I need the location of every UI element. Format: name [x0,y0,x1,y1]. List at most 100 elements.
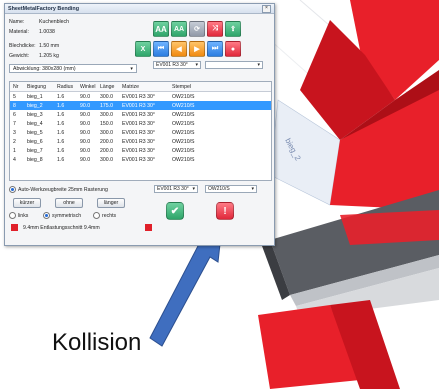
table-cell: 1.6 [57,138,65,145]
shuffle-icon[interactable]: ⤨ [207,21,223,37]
matrize-combo[interactable]: EV001 R3 30° ▾ [153,61,201,69]
table-row[interactable]: 7 bieg_4 1.6 90.0 150.0 EV001 R3 30° OW210/S [10,119,271,128]
table-cell: OW210/S [172,147,195,154]
ok-check-icon[interactable]: ✔ [166,202,184,220]
table-cell: 1 [13,147,16,154]
table-cell: OW210/S [172,120,195,127]
table-cell: bieg_5 [27,129,43,136]
next-icon[interactable]: ▶ [189,41,205,57]
collision-warning-icon[interactable]: ! [216,202,234,220]
table-cell: 2 [13,138,16,145]
table-cell: 90.0 [80,147,91,154]
unfold-label: Abwicklung: 380x280 (mm) [13,65,76,72]
table-cell: OW210/S [172,129,195,136]
matrize-combo-value: EV001 R3 30° [156,62,188,68]
table-cell: EV001 R3 30° [122,102,155,109]
longer-button[interactable]: länger [97,198,125,208]
radio-icon [9,186,16,193]
table-cell: 175.0 [100,102,113,109]
column-header[interactable]: Radius [57,84,80,90]
unfold-dropdown[interactable]: Abwicklung: 380x280 (mm) ▾ [9,64,137,73]
previous-icon[interactable]: ◀ [171,41,187,57]
close-icon[interactable]: × [262,4,271,13]
column-header[interactable]: Winkel [80,84,100,90]
shorter-label: kürzer [19,200,35,206]
table-cell: 90.0 [80,93,91,100]
column-header[interactable]: Länge [100,84,122,90]
table-cell: bieg_8 [27,156,43,163]
auto-width-label: Auto-Werkzeugbreite 25mm Rasterung [18,186,108,193]
bottom-matrize-combo[interactable]: EV001 R3 30° ▾ [154,185,198,193]
align-right-option[interactable]: rechts [93,212,116,219]
table-cell: EV001 R3 30° [122,93,155,100]
table-cell: 90.0 [80,120,91,127]
align-left-option[interactable]: links [9,212,28,219]
none-button[interactable]: ohne [55,198,83,208]
table-cell: 4 [13,156,16,163]
column-header[interactable]: Stempel [172,84,222,90]
relief-right-swatch [145,224,152,231]
refresh-icon[interactable]: ⟳ [189,21,205,37]
table-cell: 150.0 [100,120,113,127]
table-cell: EV001 R3 30° [122,156,155,163]
table-cell: EV001 R3 30° [122,147,155,154]
part-info: Name: Kuchenblech Material: 1.0038 Blechdi… [9,17,129,61]
record-icon[interactable]: ● [225,41,241,57]
align-right-label: rechts [102,212,117,219]
table-row[interactable]: 5 bieg_1 1.6 90.0 300.0 EV001 R3 30° OW210/S [10,92,271,101]
table-cell: bieg_1 [27,93,43,100]
stempel-combo[interactable]: ▾ [205,61,263,69]
align-symmetric-option[interactable]: symmetrisch [43,212,81,219]
column-header[interactable]: Matrize [122,84,172,90]
table-cell: 90.0 [80,129,91,136]
table-cell: 300.0 [100,93,113,100]
bottom-stempel-combo[interactable]: OW210/S ▾ [205,185,257,193]
align-symmetric-label: symmetrisch [52,212,82,219]
material-label: Material: [9,29,29,35]
bottom-stempel-value: OW210/S [208,186,230,192]
table-cell: 5 [13,93,16,100]
table-row[interactable]: 3 bieg_5 1.6 90.0 300.0 EV001 R3 30° OW210/S [10,128,271,137]
name-value: Kuchenblech [39,19,69,25]
table-cell: bieg_7 [27,147,43,154]
collision-annotation: Kollision [52,329,142,356]
font-small-button[interactable]: AA [171,21,187,37]
table-cell: 300.0 [100,129,113,136]
table-cell: EV001 R3 30° [122,129,155,136]
material-value: 1.0038 [39,29,55,35]
table-cell: 3 [13,129,16,136]
table-cell: EV001 R3 30° [122,120,155,127]
table-body: 5 bieg_1 1.6 90.0 300.0 EV001 R3 30° OW210/S 8 b… [10,92,271,164]
radio-icon [93,212,100,219]
table-cell: 300.0 [100,111,113,118]
table-row[interactable]: 8 bieg_2 1.6 90.0 175.0 EV001 R3 30° OW210/S [10,101,271,110]
chevron-down-icon: ▾ [195,62,198,68]
table-row[interactable]: 6 bieg_3 1.6 90.0 300.0 EV001 R3 30° OW210/S [10,110,271,119]
table-cell: 90.0 [80,156,91,163]
chevron-down-icon: ▾ [192,186,195,192]
shorter-button[interactable]: kürzer [13,198,41,208]
last-icon[interactable]: ⏭ [207,41,223,57]
table-row[interactable]: 2 bieg_6 1.6 90.0 200.0 EV001 R3 30° OW210/S [10,137,271,146]
column-header[interactable]: Nr [10,84,27,90]
chevron-down-icon: ▾ [251,186,254,192]
table-cell: bieg_4 [27,120,43,127]
excel-icon[interactable]: X [135,41,151,57]
table-row[interactable]: 4 bieg_8 1.6 90.0 300.0 EV001 R3 30° OW210/S [10,155,271,164]
table-cell: OW210/S [172,138,195,145]
first-icon[interactable]: ⏮ [153,41,169,57]
column-header[interactable]: Biegung [27,84,57,90]
export-icon[interactable]: ⇪ [225,21,241,37]
table-cell: OW210/S [172,111,195,118]
table-row[interactable]: 1 bieg_7 1.6 90.0 200.0 EV001 R3 30° OW210/S [10,146,271,155]
table-cell: 1.6 [57,93,65,100]
auto-width-option[interactable]: Auto-Werkzeugbreite 25mm Rasterung [9,186,108,193]
table-cell: 7 [13,120,16,127]
font-small-label: AA [173,25,185,33]
font-large-button[interactable]: AA [153,21,169,37]
longer-label: länger [103,200,119,206]
table-cell: OW210/S [172,102,195,109]
table-cell: 90.0 [80,111,91,118]
table-cell: bieg_6 [27,138,43,145]
table-cell: OW210/S [172,93,195,100]
